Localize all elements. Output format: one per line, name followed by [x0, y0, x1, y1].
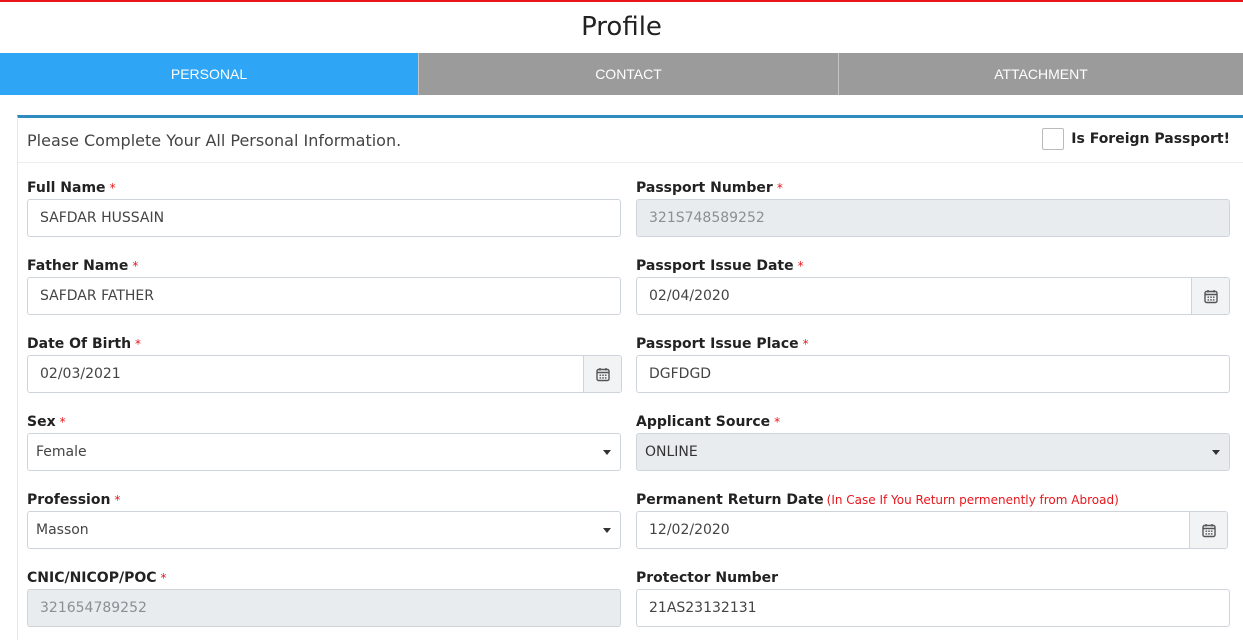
required-marker: * — [59, 415, 66, 429]
cnic-label: CNIC/NICOP/POC — [27, 570, 157, 586]
cnic-field: CNIC/NICOP/POC * 321654789252 — [27, 570, 621, 627]
required-marker: * — [774, 415, 781, 429]
panel-instruction: Please Complete Your All Personal Inform… — [27, 131, 402, 150]
passport-number-input: 321S748589252 — [636, 199, 1230, 237]
required-marker: * — [776, 181, 783, 195]
passport-issue-date-field: Passport Issue Date * 02/04/2020 — [636, 258, 1230, 315]
protector-number-label: Protector Number — [636, 570, 779, 586]
father-name-field: Father Name * SAFDAR FATHER — [27, 258, 621, 315]
personal-info-panel: Please Complete Your All Personal Inform… — [17, 115, 1243, 640]
passport-number-field: Passport Number * 321S748589252 — [636, 180, 1230, 237]
required-marker: * — [109, 181, 116, 195]
permanent-return-date-input[interactable]: 12/02/2020 — [636, 511, 1228, 549]
profession-field: Profession * Masson — [27, 492, 621, 549]
protector-number-input[interactable]: 21AS23132131 — [636, 589, 1230, 627]
father-name-label: Father Name — [27, 258, 129, 274]
passport-issue-date-label: Passport Issue Date — [636, 258, 794, 274]
date-of-birth-field: Date Of Birth * 02/03/2021 — [27, 336, 622, 393]
full-name-label: Full Name — [27, 180, 106, 196]
calendar-icon — [1203, 289, 1218, 303]
date-of-birth-label: Date Of Birth — [27, 336, 132, 352]
passport-issue-place-field: Passport Issue Place * DGFDGD — [636, 336, 1230, 393]
sex-selected-value: Female — [36, 444, 87, 460]
profession-label: Profession — [27, 492, 111, 508]
profession-selected-value: Masson — [36, 522, 89, 538]
father-name-input[interactable]: SAFDAR FATHER — [27, 277, 621, 315]
passport-issue-date-calendar-button[interactable] — [1191, 278, 1229, 314]
calendar-icon — [1201, 523, 1216, 537]
sex-label: Sex — [27, 414, 56, 430]
foreign-passport-option: Is Foreign Passport! — [1042, 128, 1230, 150]
applicant-source-select[interactable]: ONLINE — [636, 433, 1230, 471]
applicant-source-label: Applicant Source — [636, 414, 771, 430]
date-of-birth-input[interactable]: 02/03/2021 — [27, 355, 622, 393]
tab-personal[interactable]: PERSONAL — [0, 53, 418, 95]
foreign-passport-label[interactable]: Is Foreign Passport! — [1071, 131, 1230, 147]
sex-select[interactable]: Female — [27, 433, 621, 471]
applicant-source-selected-value: ONLINE — [645, 444, 698, 460]
profession-select[interactable]: Masson — [27, 511, 621, 549]
page-title: Profile — [581, 12, 662, 42]
applicant-source-field: Applicant Source * ONLINE — [636, 414, 1230, 471]
permanent-return-date-note: (In Case If You Return permenently from … — [826, 493, 1119, 507]
passport-issue-place-label: Passport Issue Place — [636, 336, 799, 352]
top-accent-line — [0, 0, 1243, 2]
permanent-return-date-calendar-button[interactable] — [1189, 512, 1227, 548]
permanent-return-date-label: Permanent Return Date — [636, 492, 824, 508]
calendar-icon — [595, 367, 610, 381]
required-marker: * — [135, 337, 142, 351]
passport-issue-date-value: 02/04/2020 — [649, 288, 730, 304]
passport-number-label: Passport Number — [636, 180, 773, 196]
required-marker: * — [802, 337, 809, 351]
protector-number-field: Protector Number 21AS23132131 — [636, 570, 1230, 627]
tab-attachment[interactable]: ATTACHMENT — [838, 53, 1243, 95]
permanent-return-date-field: Permanent Return Date (In Case If You Ret… — [636, 492, 1228, 549]
date-of-birth-value: 02/03/2021 — [40, 366, 121, 382]
date-of-birth-calendar-button[interactable] — [583, 356, 621, 392]
passport-issue-place-input[interactable]: DGFDGD — [636, 355, 1230, 393]
sex-field: Sex * Female — [27, 414, 621, 471]
tab-bar: PERSONAL CONTACT ATTACHMENT — [0, 53, 1243, 95]
permanent-return-date-value: 12/02/2020 — [649, 522, 730, 538]
cnic-input: 321654789252 — [27, 589, 621, 627]
required-marker: * — [797, 259, 804, 273]
chevron-down-icon — [1212, 450, 1220, 455]
full-name-input[interactable]: SAFDAR HUSSAIN — [27, 199, 621, 237]
passport-issue-date-input[interactable]: 02/04/2020 — [636, 277, 1230, 315]
required-marker: * — [114, 493, 121, 507]
chevron-down-icon — [603, 528, 611, 533]
panel-header: Please Complete Your All Personal Inform… — [18, 118, 1243, 163]
required-marker: * — [132, 259, 139, 273]
chevron-down-icon — [603, 450, 611, 455]
tab-contact[interactable]: CONTACT — [418, 53, 838, 95]
foreign-passport-checkbox[interactable] — [1042, 128, 1065, 150]
required-marker: * — [160, 571, 167, 585]
full-name-field: Full Name * SAFDAR HUSSAIN — [27, 180, 621, 237]
